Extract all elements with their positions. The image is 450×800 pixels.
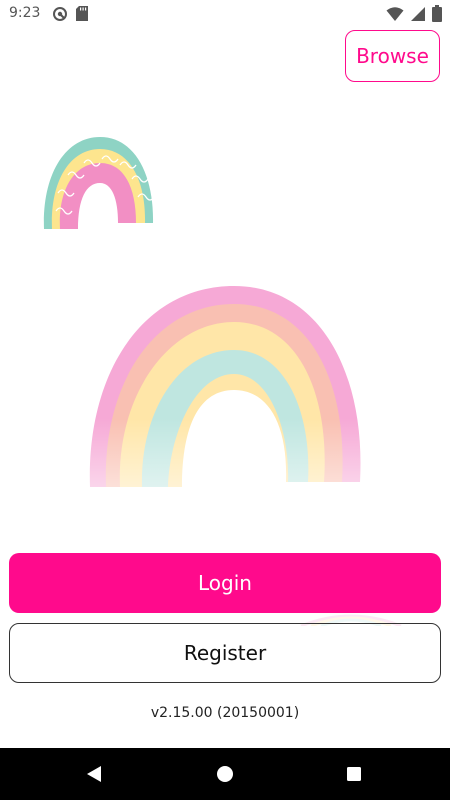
status-bar: 9:23: [0, 0, 450, 28]
big-rainbow-image: [84, 282, 366, 492]
recents-icon[interactable]: [342, 762, 366, 786]
register-button[interactable]: Register: [9, 623, 441, 683]
status-time: 9:23: [9, 5, 41, 21]
sd-card-icon: [76, 6, 88, 25]
wifi-icon: [386, 6, 404, 26]
small-rainbow-image: [43, 137, 155, 229]
navigation-bar: [0, 748, 450, 800]
login-button[interactable]: Login: [9, 553, 441, 613]
status-icons: [386, 5, 442, 26]
battery-icon: [432, 5, 442, 26]
home-icon[interactable]: [213, 762, 237, 786]
back-icon[interactable]: [82, 762, 106, 786]
signal-icon: [410, 6, 426, 26]
version-label: v2.15.00 (20150001): [150, 705, 300, 721]
sync-icon: [52, 6, 68, 26]
browse-button[interactable]: Browse: [345, 30, 440, 82]
